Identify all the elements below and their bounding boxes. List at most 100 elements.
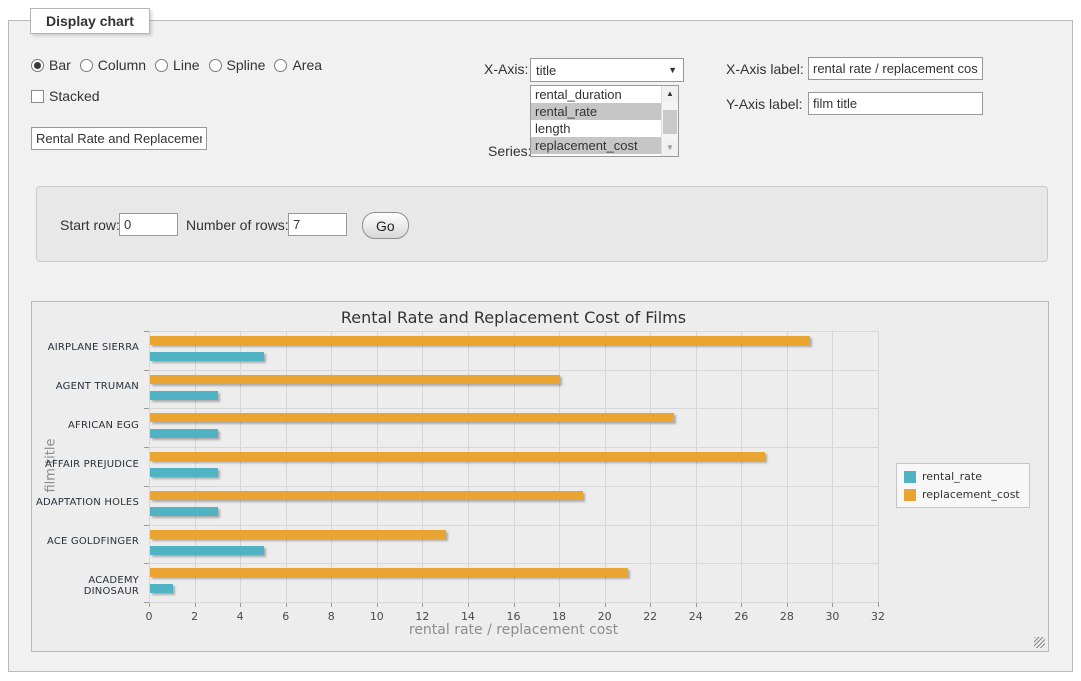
radio-column-label: Column xyxy=(98,57,146,73)
chart-title: Rental Rate and Replacement Cost of Film… xyxy=(149,308,878,327)
x-gridline xyxy=(195,331,196,602)
radio-line[interactable]: Line xyxy=(155,57,199,73)
bar-rental_rate[interactable] xyxy=(150,352,264,361)
y-axis-tick xyxy=(144,370,149,371)
radio-line-icon[interactable] xyxy=(155,59,168,72)
radio-column-icon[interactable] xyxy=(80,59,93,72)
radio-spline-label: Spline xyxy=(227,57,266,73)
x-axis-label-input[interactable] xyxy=(808,57,983,80)
y-axis-tick xyxy=(144,525,149,526)
category-label: AFRICAN EGG xyxy=(32,420,139,431)
bar-rental_rate[interactable] xyxy=(150,391,218,400)
bar-rental_rate[interactable] xyxy=(150,584,173,593)
x-axis-selected-value: title xyxy=(536,63,556,78)
y-gridline xyxy=(149,602,878,603)
radio-bar-label: Bar xyxy=(49,57,71,73)
x-tick-label: 0 xyxy=(134,610,164,623)
bar-replacement_cost[interactable] xyxy=(150,530,446,539)
y-axis-label-input[interactable] xyxy=(808,92,983,115)
bar-rental_rate[interactable] xyxy=(150,546,264,555)
x-gridline xyxy=(787,331,788,602)
fieldset-legend: Display chart xyxy=(30,8,150,34)
chart-container: Rental Rate and Replacement Cost of Film… xyxy=(31,301,1049,652)
radio-area-icon[interactable] xyxy=(274,59,287,72)
x-tick-label: 16 xyxy=(499,610,529,623)
series-option-rental-rate[interactable]: rental_rate xyxy=(531,103,678,120)
y-axis-tick xyxy=(144,331,149,332)
legend-label: rental_rate xyxy=(922,470,982,483)
scrollbar-thumb[interactable] xyxy=(663,110,677,134)
x-tick-label: 6 xyxy=(271,610,301,623)
x-gridline xyxy=(377,331,378,602)
bar-rental_rate[interactable] xyxy=(150,507,218,516)
x-axis-select[interactable]: title ▼ xyxy=(530,58,684,82)
radio-bar-icon[interactable] xyxy=(31,59,44,72)
x-tick-label: 24 xyxy=(681,610,711,623)
legend-item-replacement_cost[interactable]: replacement_cost xyxy=(904,488,1020,501)
x-gridline xyxy=(468,331,469,602)
stacked-checkbox-row[interactable]: Stacked xyxy=(31,88,100,104)
scroll-up-icon[interactable]: ▲ xyxy=(662,86,678,102)
x-tick-label: 18 xyxy=(544,610,574,623)
stacked-checkbox[interactable] xyxy=(31,90,44,103)
bar-rental_rate[interactable] xyxy=(150,429,218,438)
num-rows-input[interactable] xyxy=(288,213,347,236)
x-tick-label: 30 xyxy=(817,610,847,623)
y-gridline xyxy=(149,447,878,448)
y-gridline xyxy=(149,525,878,526)
x-gridline xyxy=(878,331,879,602)
series-option-rental-duration[interactable]: rental_duration xyxy=(531,86,678,103)
chevron-down-icon: ▼ xyxy=(668,65,677,75)
series-option-replacement-cost[interactable]: replacement_cost xyxy=(531,137,678,154)
legend-item-rental_rate[interactable]: rental_rate xyxy=(904,470,1020,483)
bar-replacement_cost[interactable] xyxy=(150,413,674,422)
bar-replacement_cost[interactable] xyxy=(150,568,628,577)
bar-replacement_cost[interactable] xyxy=(150,336,810,345)
radio-bar[interactable]: Bar xyxy=(31,57,71,73)
y-axis-label-label: Y-Axis label: xyxy=(726,96,803,112)
page: Display chart Bar Column Line Spline Are… xyxy=(0,0,1081,681)
x-tick-label: 32 xyxy=(863,610,893,623)
y-axis-tick xyxy=(144,447,149,448)
y-gridline xyxy=(149,563,878,564)
listbox-scrollbar[interactable]: ▲ ▼ xyxy=(661,86,678,156)
radio-spline[interactable]: Spline xyxy=(209,57,266,73)
x-axis-label-label: X-Axis label: xyxy=(726,61,804,77)
y-gridline xyxy=(149,408,878,409)
x-tick-label: 14 xyxy=(453,610,483,623)
legend-swatch xyxy=(904,489,916,501)
x-tick-label: 26 xyxy=(726,610,756,623)
scroll-down-icon[interactable]: ▼ xyxy=(662,140,678,156)
chart-title-input[interactable] xyxy=(31,127,207,150)
x-tick-label: 12 xyxy=(407,610,437,623)
series-option-length[interactable]: length xyxy=(531,120,678,137)
go-button[interactable]: Go xyxy=(362,212,409,239)
series-listbox[interactable]: rental_duration rental_rate length repla… xyxy=(530,85,679,157)
stacked-label: Stacked xyxy=(49,88,100,104)
bar-replacement_cost[interactable] xyxy=(150,452,765,461)
x-tick-label: 28 xyxy=(772,610,802,623)
radio-line-label: Line xyxy=(173,57,199,73)
x-tick-label: 2 xyxy=(180,610,210,623)
x-gridline xyxy=(559,331,560,602)
radio-spline-icon[interactable] xyxy=(209,59,222,72)
x-gridline xyxy=(741,331,742,602)
radio-area[interactable]: Area xyxy=(274,57,322,73)
bar-replacement_cost[interactable] xyxy=(150,491,583,500)
x-axis-title: rental rate / replacement cost xyxy=(149,622,878,638)
num-rows-label: Number of rows: xyxy=(186,217,289,233)
resize-handle-icon[interactable] xyxy=(1034,637,1045,648)
x-gridline xyxy=(286,331,287,602)
start-row-input[interactable] xyxy=(119,213,178,236)
y-gridline xyxy=(149,486,878,487)
start-row-label: Start row: xyxy=(60,217,120,233)
x-axis-select-label: X-Axis: xyxy=(484,61,528,77)
radio-column[interactable]: Column xyxy=(80,57,146,73)
y-axis-tick xyxy=(144,563,149,564)
y-gridline xyxy=(149,331,878,332)
x-tick-label: 8 xyxy=(316,610,346,623)
bar-rental_rate[interactable] xyxy=(150,468,218,477)
bar-replacement_cost[interactable] xyxy=(150,375,560,384)
category-label: ACADEMY DINOSAUR xyxy=(32,575,139,597)
x-tick-label: 22 xyxy=(635,610,665,623)
